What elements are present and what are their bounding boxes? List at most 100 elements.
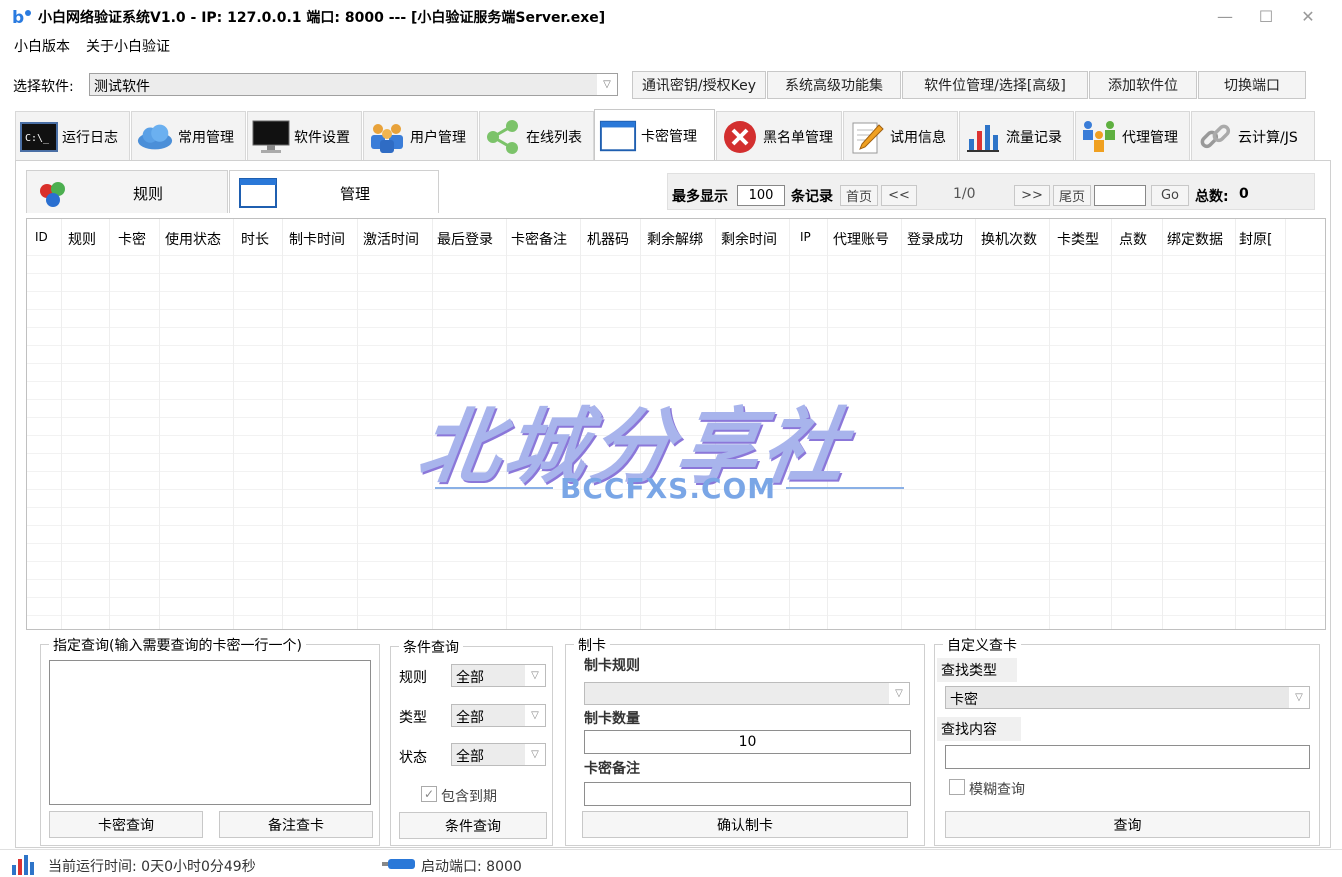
close-button[interactable]: ✕ <box>1285 2 1331 30</box>
subtab-rules[interactable]: 规则 <box>26 170 228 213</box>
make-rule-select[interactable]: ▽ <box>584 682 910 705</box>
menu-item-about[interactable]: 关于小白验证 <box>78 32 178 58</box>
type-select[interactable]: 全部 ▽ <box>451 704 546 727</box>
tab-label: 云计算/JS <box>1238 129 1298 146</box>
first-page-button[interactable]: 首页 <box>840 185 878 206</box>
column-header[interactable]: 登录成功 <box>907 229 963 249</box>
column-header[interactable]: 卡密备注 <box>511 229 567 249</box>
column-header[interactable]: 剩余解绑 <box>647 229 703 249</box>
column-header[interactable]: 制卡时间 <box>289 229 345 249</box>
card-list-textarea[interactable] <box>49 660 371 805</box>
port-status: 启动端口: 8000 <box>421 859 522 875</box>
tab-label: 流量记录 <box>1006 129 1062 146</box>
column-header[interactable]: 剩余时间 <box>721 229 777 249</box>
confirm-make-card-button[interactable]: 确认制卡 <box>582 811 908 838</box>
column-header[interactable]: 最后登录 <box>437 229 493 249</box>
goto-page-input[interactable] <box>1094 185 1146 206</box>
type-label: 类型 <box>399 710 427 726</box>
switch-port-button[interactable]: 切换端口 <box>1198 71 1306 99</box>
make-count-input[interactable]: 10 <box>584 730 911 754</box>
tab-common-manage[interactable]: 常用管理 <box>131 111 246 161</box>
fuzzy-query-label: 模糊查询 <box>969 782 1025 798</box>
include-expired-checkbox[interactable]: ✓ <box>421 786 437 802</box>
pager: 最多显示 100 条记录 首页 << 1/0 >> 尾页 Go 总数: 0 <box>667 173 1315 210</box>
tab-agent-manage[interactable]: 代理管理 <box>1075 111 1190 161</box>
column-header[interactable]: 使用状态 <box>165 229 221 249</box>
tab-label: 卡密管理 <box>641 128 697 145</box>
group-title: 指定查询(输入需要查询的卡密一行一个) <box>49 635 306 655</box>
column-header[interactable]: ID <box>35 230 48 244</box>
tab-blacklist-manage[interactable]: 黑名单管理 <box>716 111 842 161</box>
chevron-down-icon: ▽ <box>525 705 545 726</box>
column-header[interactable]: 机器码 <box>587 229 629 249</box>
agents-icon <box>1080 118 1118 156</box>
menu-item-version[interactable]: 小白版本 <box>6 32 78 58</box>
app-logo-icon: b <box>12 8 31 26</box>
find-type-select[interactable]: 卡密 ▽ <box>945 686 1310 709</box>
software-select[interactable]: 测试软件 ▽ <box>89 73 618 96</box>
max-show-label: 最多显示 <box>672 189 728 205</box>
card-note-input[interactable] <box>584 782 911 806</box>
column-header[interactable]: 规则 <box>68 229 96 249</box>
column-header[interactable]: IP <box>800 230 811 244</box>
chevron-down-icon: ▽ <box>889 683 909 704</box>
watermark-url: BCCFXS.COM <box>560 472 777 505</box>
usb-port-icon <box>382 859 415 869</box>
tab-label: 常用管理 <box>178 129 234 146</box>
tab-traffic-records[interactable]: 流量记录 <box>959 111 1074 161</box>
prev-page-button[interactable]: << <box>881 185 917 206</box>
next-page-button[interactable]: >> <box>1014 185 1050 206</box>
tab-label: 黑名单管理 <box>763 129 833 146</box>
condition-query-group: 条件查询 规则 全部 ▽ 类型 全部 ▽ 状态 全部 ▽ ✓ 包含到期 条件查询 <box>390 637 553 846</box>
advanced-features-button[interactable]: 系统高级功能集 <box>767 71 901 99</box>
column-header[interactable]: 激活时间 <box>363 229 419 249</box>
column-header[interactable]: 卡密 <box>118 229 146 249</box>
note-query-button[interactable]: 备注查卡 <box>219 811 373 838</box>
comm-key-button[interactable]: 通讯密钥/授权Key <box>632 71 766 99</box>
status-bar: 当前运行时间: 0天0小时0分49秒 启动端口: 8000 <box>0 849 1342 877</box>
column-header[interactable]: 时长 <box>241 229 269 249</box>
users-icon <box>368 118 406 156</box>
chevron-down-icon: ▽ <box>1289 687 1309 708</box>
last-page-button[interactable]: 尾页 <box>1053 185 1091 206</box>
tab-software-settings[interactable]: 软件设置 <box>247 111 362 161</box>
software-slot-manage-button[interactable]: 软件位管理/选择[高级] <box>902 71 1088 99</box>
card-query-button[interactable]: 卡密查询 <box>49 811 203 838</box>
tab-user-manage[interactable]: 用户管理 <box>363 111 478 161</box>
status-label: 状态 <box>399 750 427 766</box>
subtab-label: 管理 <box>340 185 371 203</box>
find-type-value: 卡密 <box>950 692 978 708</box>
max-show-input[interactable]: 100 <box>737 185 785 206</box>
subtab-manage[interactable]: 管理 <box>229 170 439 213</box>
condition-query-button[interactable]: 条件查询 <box>399 812 547 839</box>
maximize-button[interactable]: ☐ <box>1243 2 1289 30</box>
column-header[interactable]: 卡类型 <box>1057 229 1099 249</box>
column-header[interactable]: 代理账号 <box>833 229 889 249</box>
find-content-label: 查找内容 <box>937 717 1021 741</box>
fuzzy-query-checkbox[interactable] <box>949 779 965 795</box>
tab-card-manage[interactable]: 卡密管理 <box>594 109 715 161</box>
go-button[interactable]: Go <box>1151 185 1189 206</box>
bar-chart-icon <box>964 118 1002 156</box>
column-header[interactable]: 换机次数 <box>981 229 1037 249</box>
svg-text:b: b <box>12 8 24 26</box>
add-software-slot-button[interactable]: 添加软件位 <box>1089 71 1197 99</box>
window-title: 小白网络验证系统V1.0 - IP: 127.0.0.1 端口: 8000 --… <box>38 10 606 26</box>
column-header[interactable]: 绑定数据 <box>1167 229 1223 249</box>
monitor-icon <box>252 118 290 156</box>
custom-query-group: 自定义查卡 查找类型 卡密 ▽ 查找内容 模糊查询 查询 <box>934 635 1320 846</box>
minimize-button[interactable]: — <box>1202 2 1248 30</box>
column-header[interactable]: 点数 <box>1119 229 1147 249</box>
rule-select[interactable]: 全部 ▽ <box>451 664 546 687</box>
tab-trial-info[interactable]: 试用信息 <box>843 111 958 161</box>
tab-online-list[interactable]: 在线列表 <box>479 111 594 161</box>
group-title: 自定义查卡 <box>943 635 1021 655</box>
find-content-input[interactable] <box>945 745 1310 769</box>
column-header[interactable]: 封原[ <box>1239 229 1272 249</box>
subtab-label: 规则 <box>133 185 164 203</box>
custom-query-button[interactable]: 查询 <box>945 811 1310 838</box>
status-select[interactable]: 全部 ▽ <box>451 743 546 766</box>
tab-cloud-compute-js[interactable]: 云计算/JS <box>1191 111 1315 161</box>
tab-run-log[interactable]: C:\_ 运行日志 <box>15 111 130 161</box>
total-value: 0 <box>1239 186 1249 202</box>
